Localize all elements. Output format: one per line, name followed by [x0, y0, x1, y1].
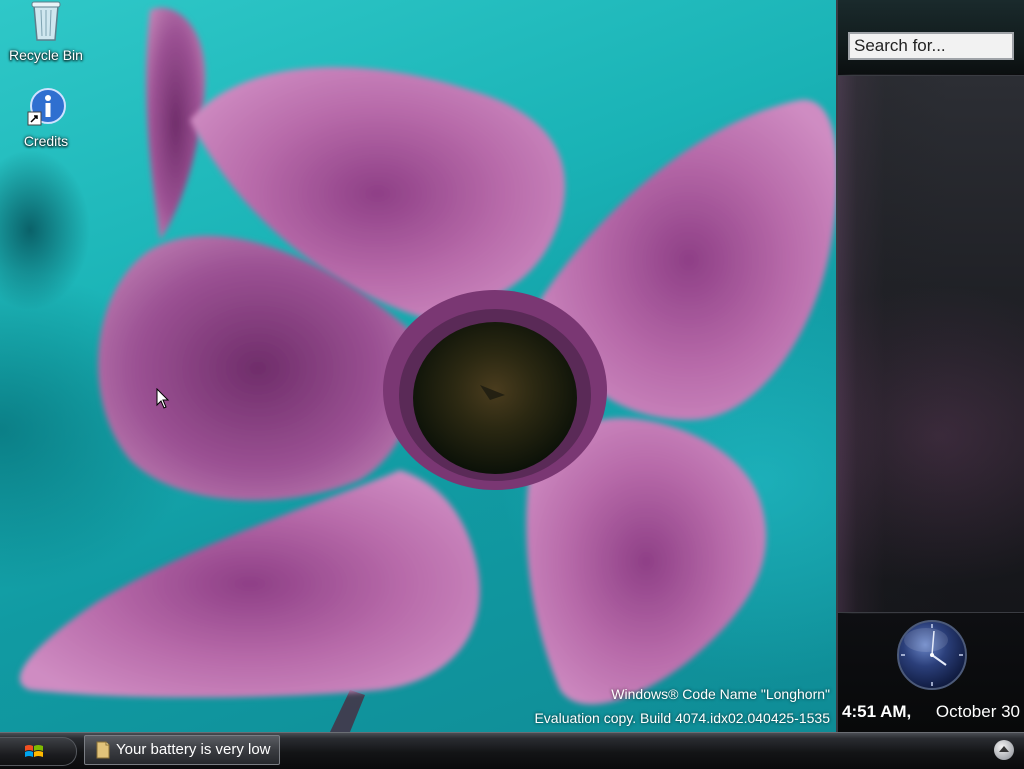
info-shortcut-icon — [0, 88, 92, 131]
show-tray-button[interactable] — [994, 740, 1014, 760]
battery-folder-icon — [96, 741, 110, 759]
analog-clock-icon — [897, 620, 967, 690]
watermark-line2: Evaluation copy. Build 4074.idx02.040425… — [534, 710, 830, 726]
clock-tile[interactable]: 4:51 AM, October 30 — [838, 614, 1024, 732]
windows-flag-icon — [25, 745, 43, 757]
show-tray-arrow-icon — [999, 746, 1009, 752]
desktop-icon-credits[interactable]: Credits — [0, 88, 92, 149]
desktop-icon-label: Recycle Bin — [9, 47, 83, 63]
clock-time: 4:51 AM, — [842, 702, 912, 721]
desktop: Recycle Bin Credits Windows® Code Name "… — [0, 0, 838, 732]
build-watermark: Windows® Code Name "Longhorn" Evaluation… — [534, 682, 830, 730]
taskbar: Your battery is very low — [0, 732, 1024, 769]
start-button[interactable] — [0, 737, 77, 766]
sidebar-divider — [838, 612, 1024, 613]
mouse-cursor-icon — [156, 388, 170, 409]
desktop-icon-label: Credits — [23, 133, 69, 149]
search-input[interactable]: Search for... — [848, 32, 1014, 60]
recycle-bin-icon — [0, 0, 92, 45]
taskbar-button-battery[interactable]: Your battery is very low — [84, 735, 280, 765]
desktop-icon-recycle-bin[interactable]: Recycle Bin — [0, 0, 92, 63]
sidebar: Search for... 4:51 AM, October 30 — [836, 0, 1024, 732]
clock-date: October 30 — [935, 702, 1020, 721]
watermark-line1: Windows® Code Name "Longhorn" — [611, 686, 830, 702]
sidebar-tile-area — [838, 76, 1024, 612]
taskbar-button-label: Your battery is very low — [116, 741, 271, 758]
